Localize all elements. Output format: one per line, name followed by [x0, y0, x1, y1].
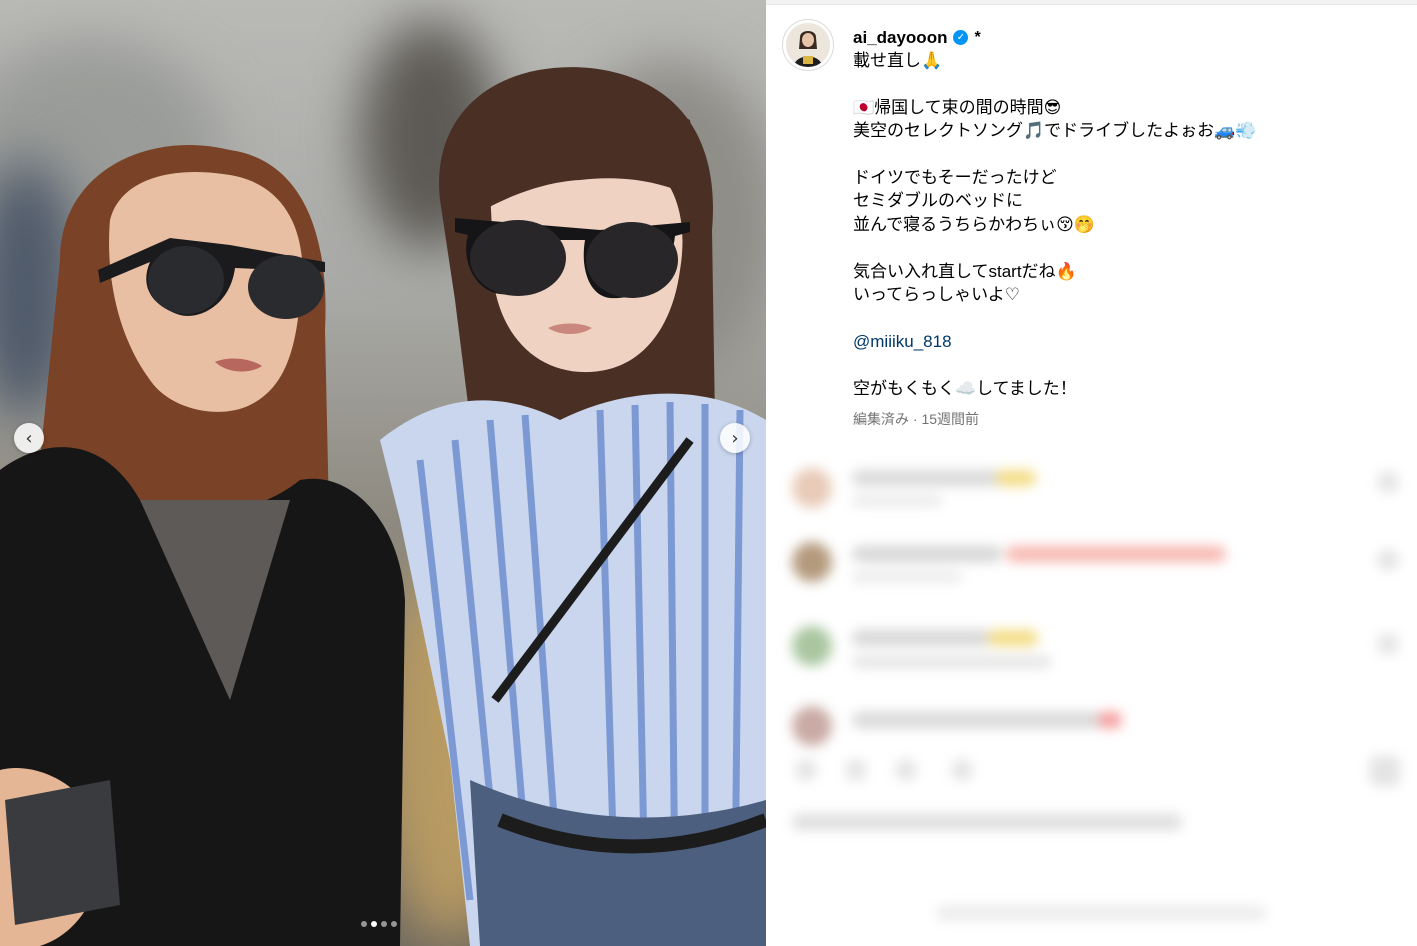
- caption-line: 気合い入れ直してstartだね🔥: [853, 261, 1077, 281]
- post-caption: ai_dayooon ✓ * 載せ直し🙏 🇯🇵帰国して束の間の時間😎 美空のセレ…: [853, 26, 1373, 431]
- like-comment-icon: [1378, 634, 1398, 654]
- like-comment-icon: [1378, 550, 1398, 570]
- caption-line: 美空のセレクトソング🎵でドライブしたよぉお🚙💨: [853, 121, 1257, 141]
- comment-avatar: [792, 468, 832, 508]
- comment-meta: [852, 572, 962, 582]
- carousel-dot: [391, 921, 397, 927]
- avatar: [786, 23, 830, 67]
- profile-avatar[interactable]: [782, 19, 834, 71]
- mention-link[interactable]: @miiiku_818: [853, 330, 1373, 353]
- comment-emoji: [996, 470, 1036, 486]
- share-icon: [896, 760, 916, 780]
- comment-text: [852, 470, 1002, 486]
- username-link[interactable]: ai_dayooon: [853, 26, 947, 49]
- comment-emoji: [1098, 712, 1122, 728]
- chevron-right-icon: ›: [731, 427, 739, 449]
- caption-line: [853, 236, 1373, 259]
- comment-avatar: [792, 542, 832, 582]
- caption-line: 並んで寝るうちらかわちぃ😚🤭: [853, 214, 1096, 234]
- post-sidebar: ai_dayooon ✓ * 載せ直し🙏 🇯🇵帰国して束の間の時間😎 美空のセレ…: [766, 0, 1417, 946]
- add-comment-field: [936, 906, 1266, 920]
- comment-icon: [846, 760, 866, 780]
- caption-line: いってらっしゃいよ♡: [853, 285, 1021, 305]
- caption-line: [853, 306, 1373, 329]
- save-icon: [1370, 756, 1400, 786]
- like-comment-icon: [1378, 472, 1398, 492]
- next-slide-button[interactable]: ›: [720, 423, 750, 453]
- edited-timestamp: 編集済み · 15週間前: [853, 411, 980, 428]
- caption-line: 載せ直し🙏: [853, 51, 943, 70]
- caption-line: 🇯🇵帰国して束の間の時間😎: [853, 97, 1062, 117]
- comment-text: [1006, 546, 1226, 562]
- blurred-comments: [766, 450, 1417, 946]
- caption-line: セミダブルのベッドに: [853, 191, 1023, 211]
- comment-avatar: [792, 626, 832, 666]
- caption-line: [853, 72, 1373, 95]
- carousel-indicator: [361, 921, 397, 927]
- caption-line: ドイツでもそーだったけど: [853, 168, 1057, 187]
- likes-count: [792, 814, 1182, 830]
- avatar-image: [786, 23, 830, 67]
- post-photo[interactable]: ‹ ›: [0, 0, 766, 946]
- previous-slide-button[interactable]: ‹: [14, 423, 44, 453]
- photo-figures: [0, 67, 766, 946]
- caption-line: [853, 143, 1373, 166]
- divider: [766, 0, 1417, 5]
- caption-line: 空がもくもく☁️してました！: [853, 378, 1077, 398]
- comment-text: [852, 712, 1102, 728]
- emoji-icon: [952, 760, 972, 780]
- comment-emoji: [988, 630, 1038, 646]
- comment-text: [852, 656, 1052, 668]
- carousel-dot: [361, 921, 367, 927]
- caption-line: [853, 353, 1373, 376]
- like-icon: [796, 760, 816, 780]
- comment-meta: [852, 496, 942, 506]
- comment-avatar: [792, 706, 832, 746]
- verified-badge-icon: ✓: [953, 30, 969, 45]
- carousel-dot-active: [371, 921, 377, 927]
- comment-text: [852, 630, 992, 646]
- comment-text: [852, 546, 1002, 562]
- caption-extra-mark: *: [974, 28, 981, 46]
- carousel-dot: [381, 921, 387, 927]
- chevron-left-icon: ‹: [25, 427, 33, 449]
